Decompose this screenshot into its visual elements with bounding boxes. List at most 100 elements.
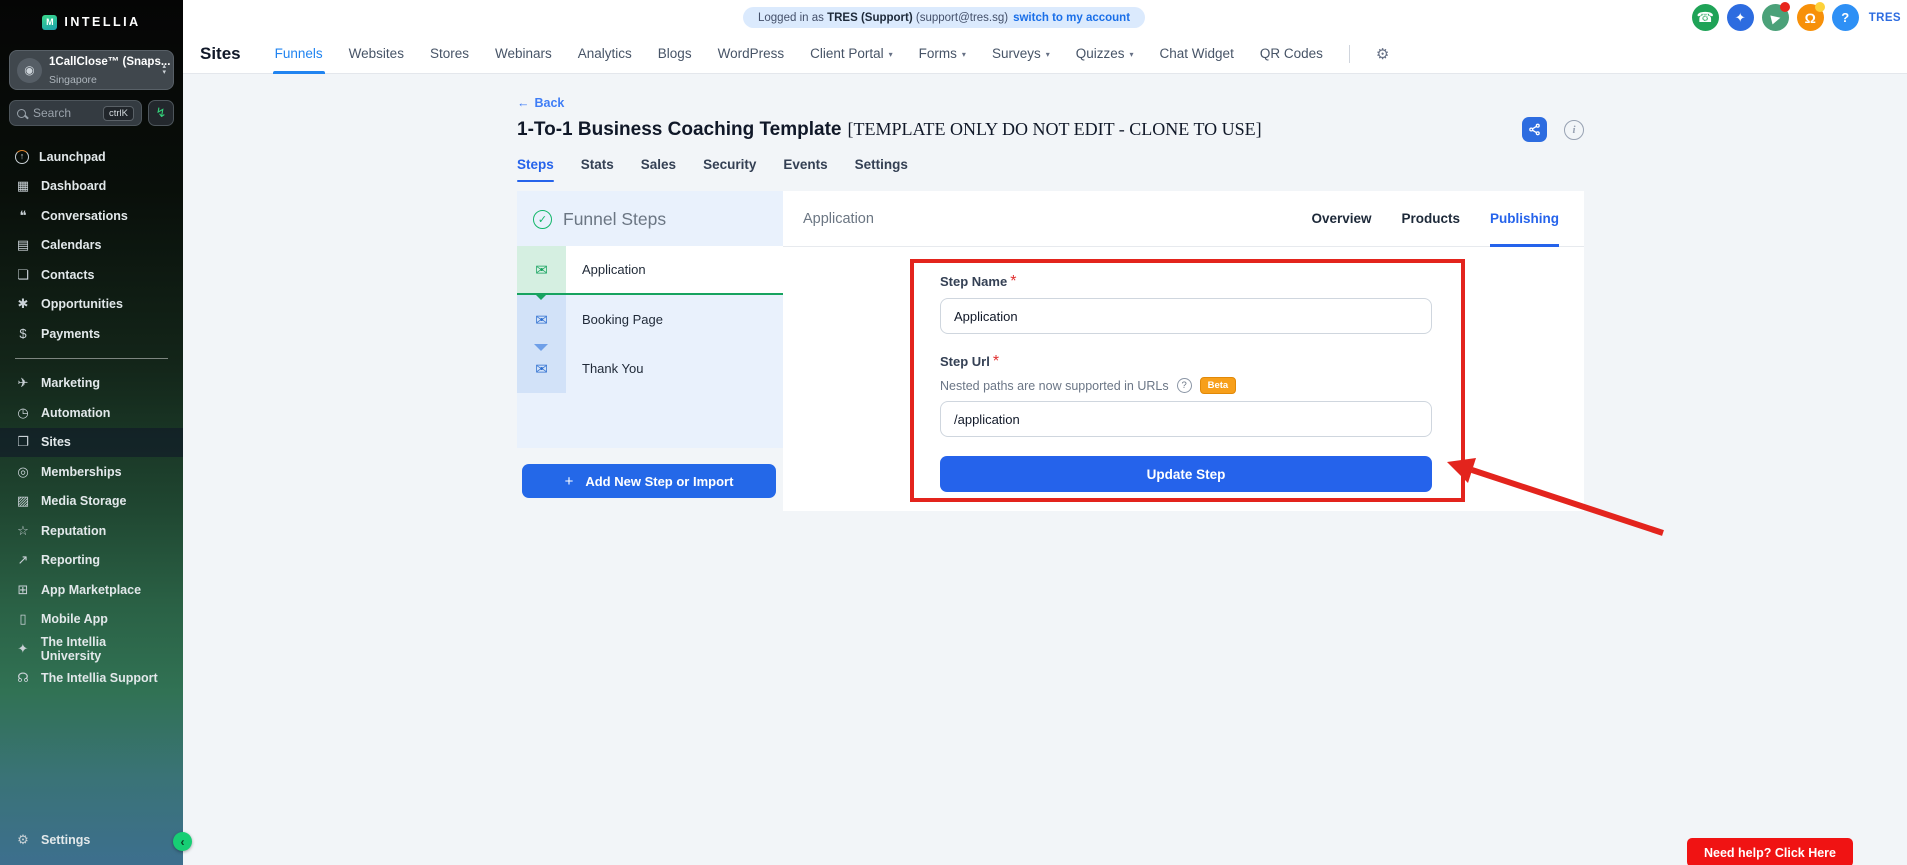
- editor-tab-overview[interactable]: Overview: [1311, 191, 1371, 246]
- nav-settings-gear-icon[interactable]: ⚙: [1376, 45, 1389, 63]
- nav-tab-wordpress[interactable]: WordPress: [718, 34, 785, 74]
- switch-account-link[interactable]: switch to my account: [1013, 12, 1130, 24]
- nav-tab-webinars[interactable]: Webinars: [495, 34, 552, 74]
- account-name: 1CallClose™ (Snaps...: [49, 56, 171, 68]
- nav-tab-analytics[interactable]: Analytics: [578, 34, 632, 74]
- calendars-icon: ▤: [16, 237, 30, 253]
- sidebar-item-mobile-app[interactable]: ▯ Mobile App: [0, 605, 183, 635]
- nav-tab-surveys[interactable]: Surveys ▾: [992, 34, 1050, 74]
- sidebar-item-settings[interactable]: ⚙ Settings: [0, 826, 183, 856]
- sidebar-item-calendars[interactable]: ▤ Calendars: [0, 231, 183, 261]
- funnel-steps-column: ✓ Funnel Steps ✉ Application ✉ Booking Page…: [517, 191, 783, 498]
- check-circle-icon: ✓: [533, 210, 552, 229]
- funnel-detail-tabs: Steps Stats Sales Security Events Settings: [517, 157, 1584, 182]
- add-new-step-button[interactable]: + Add New Step or Import: [522, 464, 776, 498]
- sidebar-item-automation[interactable]: ◷ Automation: [0, 398, 183, 428]
- sidebar-item-media-storage[interactable]: ▨ Media Storage: [0, 487, 183, 517]
- back-link[interactable]: ← Back: [517, 96, 564, 110]
- sidebar-item-label: Launchpad: [39, 149, 106, 164]
- nav-tab-label: Funnels: [274, 46, 323, 61]
- sidebar-menu: ↑ Launchpad ▦ Dashboard ❝ Conversations ▤ Calen…: [0, 132, 183, 826]
- sidebar-item-label: Memberships: [41, 464, 122, 479]
- tab-security[interactable]: Security: [703, 157, 756, 182]
- editor-tab-products[interactable]: Products: [1401, 191, 1460, 246]
- account-switcher[interactable]: ◉ 1CallClose™ (Snaps... Singapore ▴ ▾: [9, 50, 174, 90]
- nav-tab-label: WordPress: [717, 46, 785, 61]
- tab-settings[interactable]: Settings: [855, 157, 908, 182]
- help-button[interactable]: ?: [1831, 4, 1859, 31]
- user-initials[interactable]: TRES: [1869, 12, 1901, 24]
- need-help-button[interactable]: Need help? Click Here: [1687, 838, 1853, 865]
- nav-tab-funnels[interactable]: Funnels: [272, 34, 325, 74]
- ai-assistant-button[interactable]: ✦: [1726, 4, 1754, 31]
- share-nodes-icon: [1529, 123, 1540, 136]
- nav-tab-client-portal[interactable]: Client Portal ▾: [810, 34, 893, 74]
- question-icon: ?: [1841, 10, 1850, 25]
- sidebar-item-reputation[interactable]: ☆ Reputation: [0, 516, 183, 546]
- funnel-step-thank-you[interactable]: ✉ Thank You: [517, 344, 783, 393]
- url-helper-row: Nested paths are now supported in URLs ?…: [940, 377, 1584, 394]
- announcements-button[interactable]: ◀: [1761, 2, 1790, 31]
- nav-tab-forms[interactable]: Forms ▾: [919, 34, 966, 74]
- nav-tab-quizzes[interactable]: Quizzes ▾: [1076, 34, 1134, 74]
- notifications-button[interactable]: Ω: [1796, 2, 1825, 31]
- sidebar-item-the-intellia-university[interactable]: ✦ The Intellia University: [0, 634, 183, 664]
- account-location: Singapore: [49, 74, 97, 86]
- contacts-icon: ❏: [17, 266, 29, 282]
- step-name-label: Step Name: [940, 274, 1008, 289]
- step-name-input[interactable]: [940, 298, 1432, 334]
- step-url-label: Step Url: [940, 354, 990, 369]
- quick-actions-button[interactable]: ↯: [148, 100, 174, 126]
- sidebar-item-label: Media Storage: [41, 494, 127, 509]
- sidebar-item-reporting[interactable]: ↗ Reporting: [0, 546, 183, 576]
- sidebar-item-dashboard[interactable]: ▦ Dashboard: [0, 172, 183, 202]
- funnel-steps-header: ✓ Funnel Steps: [517, 191, 783, 246]
- nav-tab-label: Blogs: [657, 46, 692, 61]
- phone-button[interactable]: ☎: [1691, 4, 1719, 31]
- nav-tab-websites[interactable]: Websites: [349, 34, 404, 74]
- nav-tab-blogs[interactable]: Blogs: [658, 34, 692, 74]
- sites-navbar: Sites Funnels Websites Stores Webinars Analy…: [183, 34, 1907, 74]
- nav-tab-qr-codes[interactable]: QR Codes: [1260, 34, 1323, 74]
- info-button[interactable]: i: [1564, 119, 1584, 140]
- sidebar: M INTELLIA ◉ 1CallClose™ (Snaps... Singa…: [0, 0, 192, 865]
- sidebar-item-the-intellia-support[interactable]: ☊ The Intellia Support: [0, 664, 183, 694]
- sidebar-item-label: The Intellia Support: [41, 671, 158, 686]
- title-row: 1-To-1 Business Coaching Template [TEMPL…: [517, 117, 1584, 142]
- nav-tab-stores[interactable]: Stores: [430, 34, 469, 74]
- sidebar-item-marketing[interactable]: ✈ Marketing: [0, 369, 183, 399]
- sidebar-item-contacts[interactable]: ❏ Contacts: [0, 260, 183, 290]
- reporting-icon: ↗: [17, 552, 29, 568]
- tab-events[interactable]: Events: [783, 157, 827, 182]
- funnel-step-application[interactable]: ✉ Application: [517, 246, 783, 300]
- share-button[interactable]: [1522, 117, 1547, 142]
- editor-tab-publishing[interactable]: Publishing: [1490, 191, 1559, 247]
- nav-tab-chat-widget[interactable]: Chat Widget: [1160, 34, 1234, 74]
- search-input[interactable]: Search ctrlK: [9, 100, 142, 126]
- memberships-icon: ◎: [17, 463, 29, 479]
- sidebar-item-opportunities[interactable]: ✱ Opportunities: [0, 290, 183, 320]
- sidebar-item-memberships[interactable]: ◎ Memberships: [0, 457, 183, 487]
- logged-in-banner: Logged in as TRES (Support) (support@tre…: [743, 7, 1146, 28]
- tab-steps[interactable]: Steps: [517, 157, 554, 182]
- sidebar-collapse-button[interactable]: ‹: [173, 832, 192, 851]
- help-circle-icon[interactable]: ?: [1176, 378, 1192, 393]
- update-step-button[interactable]: Update Step: [940, 456, 1432, 492]
- sidebar-item-payments[interactable]: $ Payments: [0, 319, 183, 349]
- funnel-steps-panel: ✓ Funnel Steps ✉ Application ✉ Booking Page…: [517, 191, 783, 448]
- tab-stats[interactable]: Stats: [581, 157, 614, 182]
- sidebar-item-app-marketplace[interactable]: ⊞ App Marketplace: [0, 575, 183, 605]
- arrow-left-icon: ←: [517, 96, 530, 110]
- step-url-input[interactable]: [940, 401, 1432, 437]
- tab-sales[interactable]: Sales: [641, 157, 676, 182]
- sidebar-item-conversations[interactable]: ❝ Conversations: [0, 201, 183, 231]
- page-title: 1-To-1 Business Coaching Template: [517, 118, 842, 140]
- funnel-step-label: Booking Page: [582, 312, 663, 327]
- funnel-step-booking-page[interactable]: ✉ Booking Page: [517, 295, 783, 351]
- nav-tab-label: Websites: [348, 46, 404, 61]
- sidebar-item-label: Calendars: [41, 238, 102, 253]
- sidebar-item-sites[interactable]: ❐ Sites: [0, 427, 183, 457]
- nav-divider: [1348, 44, 1350, 63]
- funnel-steps-list: ✉ Application ✉ Booking Page ✉ Thank You: [517, 246, 783, 393]
- sidebar-item-launchpad[interactable]: ↑ Launchpad: [0, 142, 183, 172]
